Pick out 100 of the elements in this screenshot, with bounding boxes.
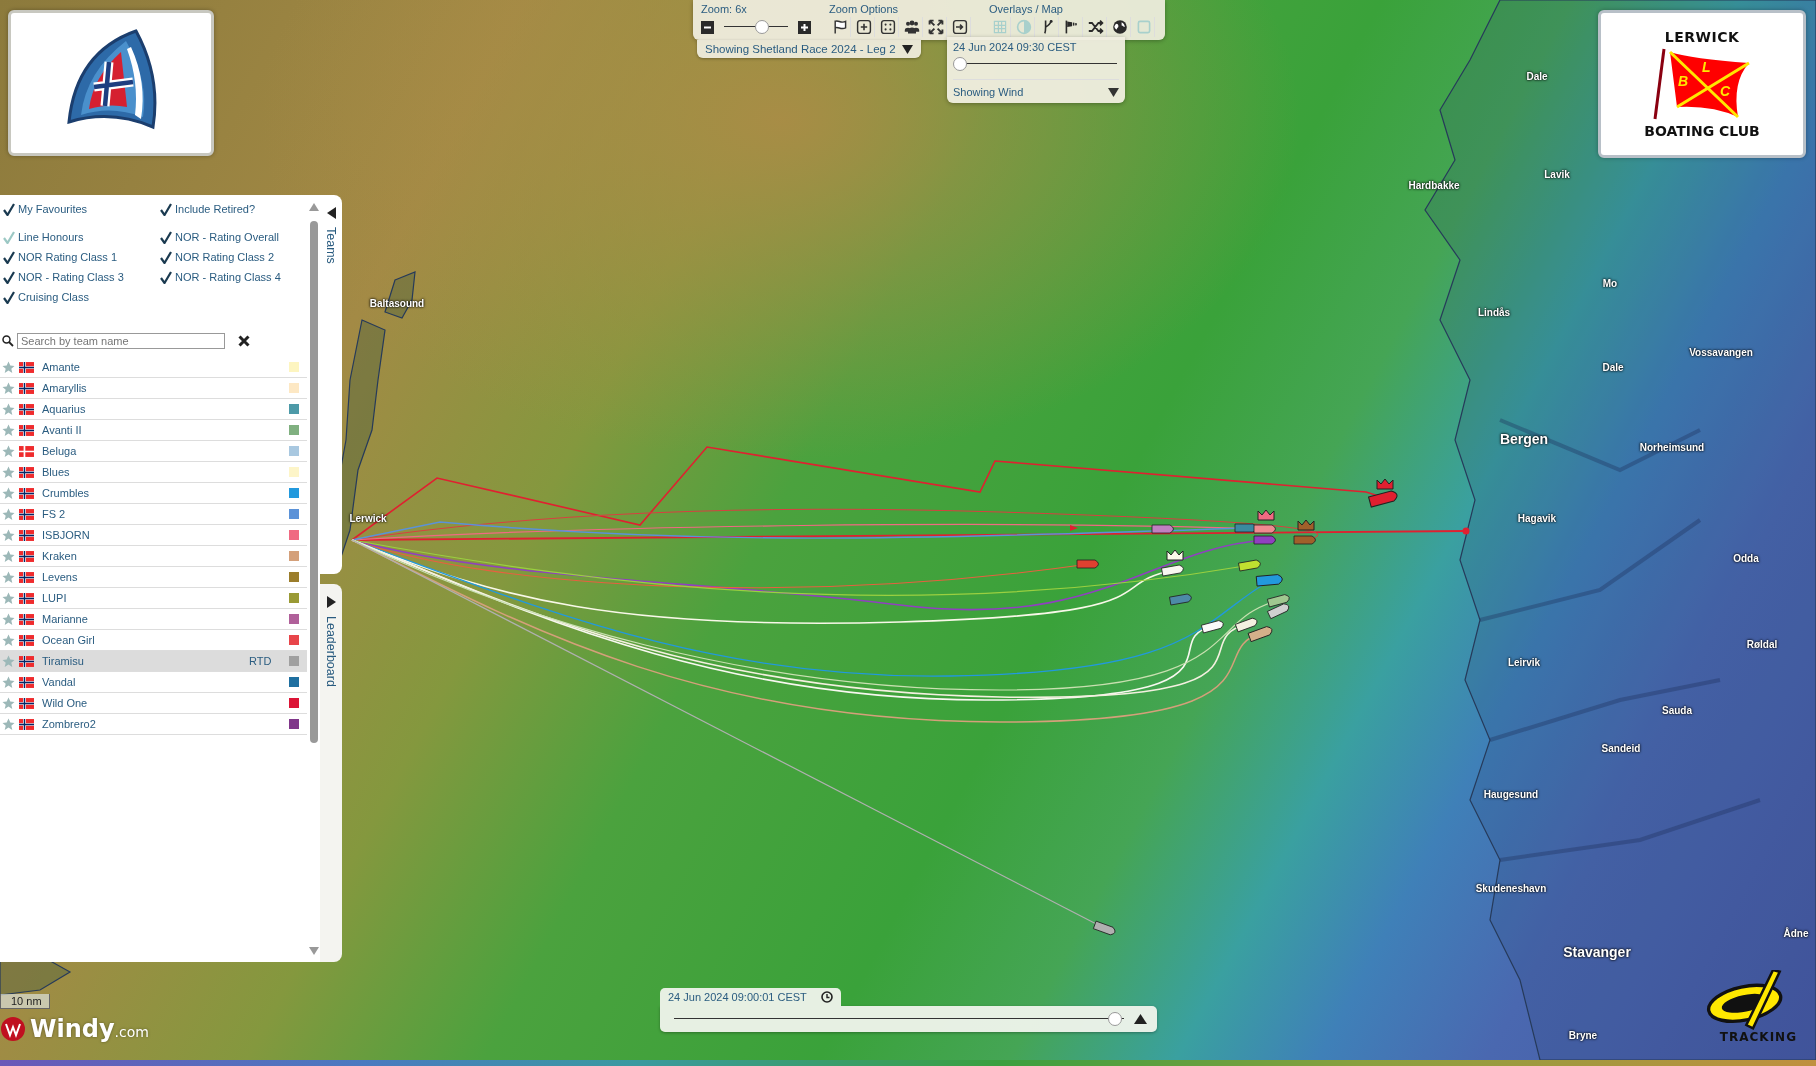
flag-icon xyxy=(19,466,34,478)
place-label: Lavik xyxy=(1544,168,1570,180)
filter-label[interactable]: My Favourites xyxy=(18,203,88,215)
team-name: Vandal xyxy=(42,676,77,688)
star-icon[interactable] xyxy=(2,486,15,500)
team-name: Levens xyxy=(42,571,79,583)
place-label: Sauda xyxy=(1662,704,1692,716)
zoom-out-button[interactable] xyxy=(701,20,714,34)
time-slider[interactable] xyxy=(953,57,1119,71)
team-name: Tiramisu xyxy=(42,655,85,667)
place-label: Odda xyxy=(1733,552,1759,564)
filter-label[interactable]: NOR - Rating Class 3 xyxy=(18,271,124,283)
star-icon[interactable] xyxy=(2,654,15,668)
checkbox[interactable] xyxy=(160,270,172,284)
slider-thumb[interactable] xyxy=(755,20,770,34)
star-icon[interactable] xyxy=(2,360,15,374)
star-icon[interactable] xyxy=(2,444,15,458)
expand-button[interactable] xyxy=(1134,1014,1147,1024)
place-label: Vossavangen xyxy=(1689,346,1753,358)
filter-label[interactable]: NOR - Rating Class 4 xyxy=(175,271,281,283)
search-field[interactable]: Search by team name xyxy=(17,333,225,349)
team-name: Ocean Girl xyxy=(42,634,96,646)
place-label: Skudeneshavn xyxy=(1475,882,1547,894)
team-name: Crumbles xyxy=(42,487,91,499)
playback-slider[interactable] xyxy=(674,1012,1124,1026)
checkbox[interactable] xyxy=(160,203,172,216)
star-icon[interactable] xyxy=(2,528,15,542)
filter-label[interactable]: NOR - Rating Overall xyxy=(175,231,279,243)
flag-icon xyxy=(19,571,34,583)
team-name: FS 2 xyxy=(42,508,67,520)
place-label: Baltasound xyxy=(369,297,425,309)
scroll-down-icon[interactable] xyxy=(309,947,319,955)
star-icon[interactable] xyxy=(2,696,15,710)
star-icon[interactable] xyxy=(2,633,15,647)
flag-letter: B xyxy=(1678,73,1689,89)
flag-icon xyxy=(19,445,34,457)
filter-label[interactable]: NOR Rating Class 2 xyxy=(175,251,275,263)
team-name: Wild One xyxy=(42,697,89,709)
star-icon[interactable] xyxy=(2,570,15,584)
side-tab[interactable]: Leaderboard xyxy=(320,583,342,962)
star-icon[interactable] xyxy=(2,549,15,563)
team-name: ISBJORN xyxy=(42,529,91,541)
flag-icon xyxy=(19,529,34,541)
checkbox[interactable] xyxy=(3,250,15,264)
map-scale: 10 nm xyxy=(0,994,50,1009)
place-label: Haugesund xyxy=(1483,788,1539,800)
star-icon[interactable] xyxy=(2,591,15,605)
burgee-flag-icon xyxy=(1653,48,1751,120)
club-name: BOATING CLUB xyxy=(1644,123,1760,139)
section-title: Overlays / Map xyxy=(989,3,1064,15)
clock-icon[interactable] xyxy=(820,991,833,1003)
place-label: Røldal xyxy=(1746,638,1778,650)
star-icon[interactable] xyxy=(2,423,15,437)
place-label: Stavanger xyxy=(1563,944,1631,960)
flag-icon xyxy=(19,361,34,373)
checkbox[interactable] xyxy=(3,290,15,304)
checkbox[interactable] xyxy=(160,230,172,244)
caret-icon xyxy=(1108,87,1119,97)
team-name: Avanti II xyxy=(42,424,83,436)
star-icon[interactable] xyxy=(2,612,15,626)
checkbox[interactable] xyxy=(160,250,172,264)
team-row[interactable]: Tiramisu RTD xyxy=(0,651,307,672)
flag-icon xyxy=(19,592,34,604)
race-dropdown[interactable]: Showing Shetland Race 2024 - Leg 2 xyxy=(697,40,921,58)
filter-label[interactable]: NOR Rating Class 1 xyxy=(18,251,118,263)
star-icon[interactable] xyxy=(2,675,15,689)
place-label: Dale xyxy=(1526,70,1548,82)
flag-letter: C xyxy=(1720,83,1731,99)
star-icon[interactable] xyxy=(2,465,15,479)
place-label: Hagavik xyxy=(1517,512,1557,524)
slider-thumb[interactable] xyxy=(1108,1012,1122,1026)
flag-icon xyxy=(19,655,34,667)
zoom-label: Zoom: 6x xyxy=(701,3,748,15)
side-tab[interactable]: Teams xyxy=(320,195,342,574)
flag-icon xyxy=(19,718,34,730)
checkbox[interactable] xyxy=(3,270,15,284)
zoom-in-button[interactable] xyxy=(798,20,811,34)
club-name: LERWICK xyxy=(1664,29,1740,45)
flag-letter: L xyxy=(1702,59,1711,75)
star-icon[interactable] xyxy=(2,402,15,416)
team-name: Blues xyxy=(42,466,71,478)
place-label: Norheimsund xyxy=(1639,441,1705,453)
flag-icon xyxy=(19,676,34,688)
slider-thumb[interactable] xyxy=(953,57,967,71)
arrow-icon xyxy=(326,595,336,608)
scrollbar-thumb[interactable] xyxy=(310,221,318,743)
star-icon[interactable] xyxy=(2,381,15,395)
layer-dropdown[interactable]: Showing Wind xyxy=(953,79,1119,99)
caret-icon xyxy=(901,44,913,54)
zoom-slider[interactable] xyxy=(724,20,788,34)
plus-icon xyxy=(800,22,809,32)
search-icon xyxy=(2,335,14,347)
filter-label[interactable]: Cruising Class xyxy=(18,291,89,303)
star-icon[interactable] xyxy=(2,717,15,731)
tracking-logo-text: TRACKING xyxy=(1719,1030,1797,1044)
scroll-up-icon[interactable] xyxy=(309,203,319,211)
checkbox[interactable] xyxy=(3,203,15,216)
filter-label[interactable]: Include Retired? xyxy=(175,203,256,215)
star-icon[interactable] xyxy=(2,507,15,521)
time-label: 24 Jun 2024 09:00:01 CEST xyxy=(668,991,807,1003)
